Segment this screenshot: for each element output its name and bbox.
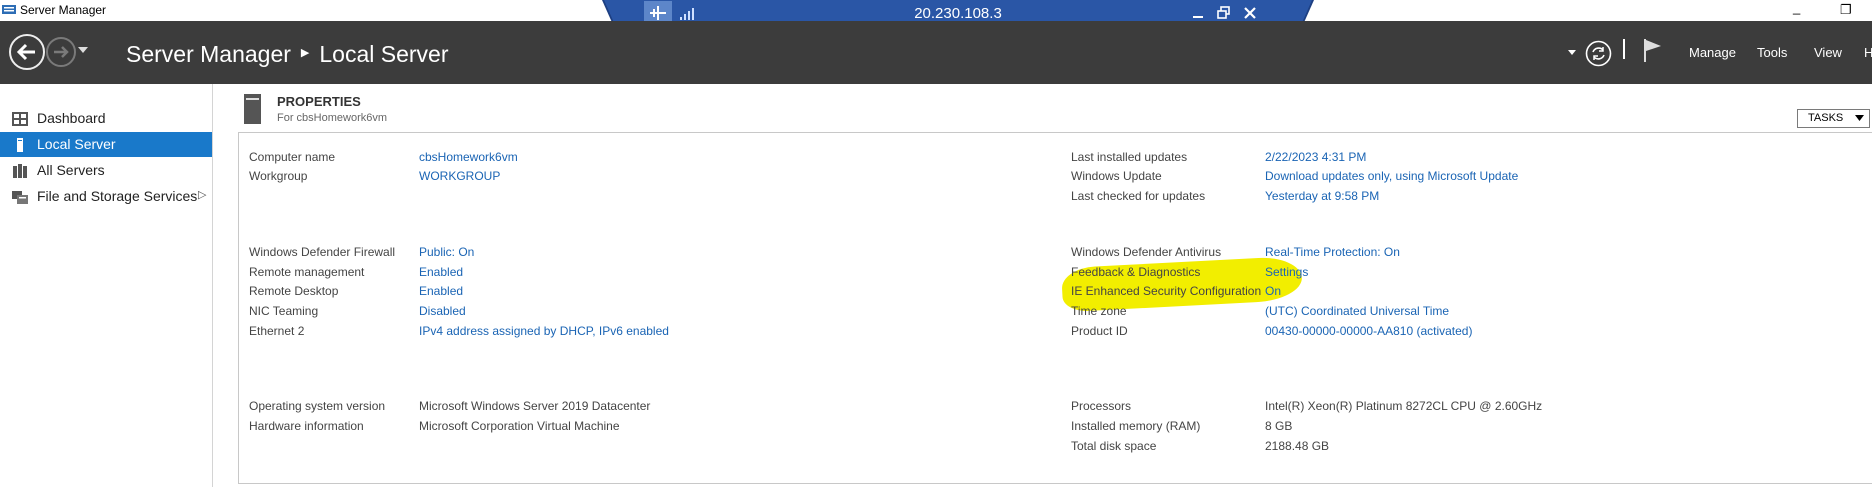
breadcrumb-root[interactable]: Server Manager bbox=[126, 41, 291, 67]
remote-desktop-link[interactable]: Enabled bbox=[419, 284, 463, 298]
properties-title: PROPERTIES bbox=[277, 94, 361, 109]
last-installed-updates-link[interactable]: 2/22/2023 4:31 PM bbox=[1265, 150, 1366, 164]
prop-key: Ethernet 2 bbox=[249, 324, 305, 338]
memory-value: 8 GB bbox=[1265, 419, 1293, 433]
prop-key: Computer name bbox=[249, 150, 336, 164]
window-minimize-button[interactable]: _ bbox=[1793, 0, 1800, 15]
prop-key: IE Enhanced Security Configuration bbox=[1071, 284, 1262, 298]
sidebar-item-dashboard[interactable]: Dashboard bbox=[0, 106, 212, 131]
prop-key: NIC Teaming bbox=[249, 304, 319, 318]
back-icon bbox=[16, 43, 35, 61]
servers-icon bbox=[13, 164, 27, 178]
sidebar-item-label: File and Storage Services bbox=[37, 188, 198, 204]
prop-key: Windows Update bbox=[1071, 169, 1162, 183]
sidebar-item-label: Dashboard bbox=[37, 110, 106, 126]
prop-key: Last checked for updates bbox=[1071, 189, 1206, 203]
product-id-link[interactable]: 00430-00000-00000-AA810 (activated) bbox=[1265, 324, 1472, 338]
menu-view[interactable]: View bbox=[1814, 45, 1842, 60]
prop-key: Installed memory (RAM) bbox=[1071, 419, 1201, 433]
prop-key: Remote Desktop bbox=[249, 284, 339, 298]
close-icon[interactable] bbox=[1242, 5, 1258, 21]
restore-icon[interactable] bbox=[1216, 5, 1232, 21]
refresh-icon[interactable] bbox=[1585, 40, 1612, 67]
prop-key: Total disk space bbox=[1071, 439, 1157, 453]
prop-key: Product ID bbox=[1071, 324, 1128, 338]
tasks-label: TASKS bbox=[1808, 112, 1844, 124]
sidebar-item-all-servers[interactable]: All Servers bbox=[0, 158, 212, 183]
prop-key: Windows Defender Firewall bbox=[249, 245, 396, 259]
server-manager-header: Server Manager ▶ Local Server Manage Tools… bbox=[0, 21, 1872, 84]
breadcrumb: Server Manager ▶ Local Server bbox=[126, 41, 449, 68]
prop-key: Remote management bbox=[249, 265, 365, 279]
minimize-icon[interactable] bbox=[1191, 6, 1205, 20]
processors-value: Intel(R) Xeon(R) Platinum 8272CL CPU @ 2… bbox=[1265, 399, 1543, 413]
flag-icon[interactable] bbox=[1643, 37, 1663, 63]
window-title: Server Manager bbox=[20, 3, 107, 17]
tasks-dropdown[interactable]: TASKS bbox=[1797, 109, 1870, 128]
windows-update-link[interactable]: Download updates only, using Microsoft U… bbox=[1265, 169, 1518, 183]
antivirus-link[interactable]: Real-Time Protection: On bbox=[1265, 245, 1400, 259]
nic-teaming-link[interactable]: Disabled bbox=[419, 304, 466, 318]
window-restore-button[interactable]: ❐ bbox=[1840, 2, 1852, 18]
dropdown-icon[interactable] bbox=[78, 47, 88, 55]
forward-icon bbox=[54, 46, 69, 58]
prop-key: Last installed updates bbox=[1071, 150, 1188, 164]
feedback-diagnostics-link[interactable]: Settings bbox=[1265, 265, 1308, 279]
dashboard-icon bbox=[12, 112, 28, 126]
sidebar-item-label: Local Server bbox=[37, 136, 116, 152]
notifications-dropdown-icon[interactable] bbox=[1568, 50, 1576, 56]
sidebar-item-file-and-storage-services[interactable]: File and Storage Services ▷ bbox=[0, 184, 212, 209]
rdp-host-address: 20.230.108.3 bbox=[914, 5, 1002, 22]
prop-key: Time zone bbox=[1071, 304, 1127, 318]
expand-icon[interactable]: ▷ bbox=[198, 188, 206, 201]
prop-key: Processors bbox=[1071, 399, 1132, 413]
prop-key: Operating system version bbox=[249, 399, 386, 413]
properties-subtitle: For cbsHomework6vm bbox=[277, 112, 388, 124]
menu-tools[interactable]: Tools bbox=[1757, 45, 1787, 60]
menu-help[interactable]: H bbox=[1864, 45, 1872, 60]
prop-key: Hardware information bbox=[249, 419, 364, 433]
prop-key: Feedback & Diagnostics bbox=[1071, 265, 1201, 279]
prop-key: Workgroup bbox=[249, 169, 308, 183]
workgroup-link[interactable]: WORKGROUP bbox=[419, 169, 500, 183]
os-version-value: Microsoft Windows Server 2019 Datacenter bbox=[419, 399, 651, 413]
remote-management-link[interactable]: Enabled bbox=[419, 265, 463, 279]
server-icon bbox=[17, 138, 23, 152]
breadcrumb-separator: ▶ bbox=[300, 47, 310, 60]
forward-button[interactable] bbox=[46, 37, 76, 67]
navigation-sidebar: Dashboard Local Server All Servers File … bbox=[0, 84, 213, 487]
computer-name-link[interactable]: cbsHomework6vm bbox=[419, 150, 518, 164]
time-zone-link[interactable]: (UTC) Coordinated Universal Time bbox=[1265, 304, 1449, 318]
chevron-down-icon bbox=[1855, 115, 1864, 121]
back-button[interactable] bbox=[9, 34, 45, 70]
storage-icon bbox=[12, 191, 28, 204]
ie-esc-link[interactable]: On bbox=[1265, 284, 1281, 298]
disk-space-value: 2188.48 GB bbox=[1265, 439, 1330, 453]
prop-key: Windows Defender Antivirus bbox=[1071, 245, 1222, 259]
breadcrumb-current: Local Server bbox=[319, 41, 449, 67]
server-manager-app-icon bbox=[2, 5, 16, 14]
sidebar-item-local-server[interactable]: Local Server bbox=[0, 132, 212, 157]
hardware-info-value: Microsoft Corporation Virtual Machine bbox=[419, 419, 620, 433]
sidebar-item-label: All Servers bbox=[37, 162, 105, 178]
ethernet-link[interactable]: IPv4 address assigned by DHCP, IPv6 enab… bbox=[419, 324, 669, 338]
properties-server-icon bbox=[244, 94, 261, 124]
firewall-link[interactable]: Public: On bbox=[419, 245, 474, 259]
last-checked-updates-link[interactable]: Yesterday at 9:58 PM bbox=[1265, 189, 1379, 203]
header-divider bbox=[1623, 39, 1625, 59]
menu-manage[interactable]: Manage bbox=[1689, 45, 1736, 60]
